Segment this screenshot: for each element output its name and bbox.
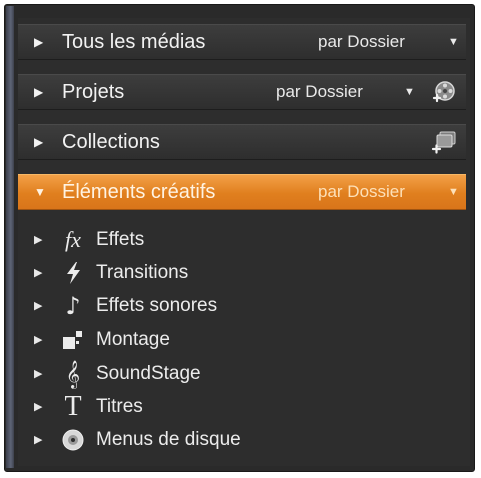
- title-t-glyph: T: [64, 391, 82, 422]
- disc-icon: [60, 427, 86, 453]
- sort-dropdown[interactable]: par Dossier: [276, 75, 363, 109]
- montage-icon: [60, 327, 86, 353]
- add-collection-icon[interactable]: [428, 129, 458, 155]
- music-note-glyph: ♪: [65, 292, 81, 320]
- add-film-reel-icon[interactable]: [428, 79, 458, 105]
- chevron-down-icon[interactable]: ▼: [404, 75, 415, 109]
- header-creative-elements-label: Éléments créatifs: [62, 181, 216, 203]
- tree-item-soundstage[interactable]: ▶ 𝄞 SoundStage: [18, 358, 458, 390]
- lightning-icon: [60, 260, 86, 286]
- expand-arrow-icon[interactable]: ▶: [34, 257, 42, 289]
- tree-item-montage[interactable]: ▶ Montage: [18, 324, 458, 356]
- expand-arrow-icon[interactable]: ▶: [34, 224, 42, 256]
- tree-item-transitions[interactable]: ▶ Transitions: [18, 257, 458, 289]
- music-note-icon: ♪: [60, 292, 86, 320]
- fx-icon: fx: [60, 227, 86, 253]
- header-projects-label: Projets: [62, 81, 125, 103]
- header-all-media[interactable]: ▶ Tous les médias par Dossier ▼: [18, 24, 466, 60]
- header-collections-label: Collections: [62, 131, 160, 153]
- expand-arrow-icon[interactable]: ▶: [34, 125, 43, 159]
- fx-icon-text: fx: [65, 227, 81, 252]
- tree-item-label: Titres: [96, 396, 143, 417]
- header-all-media-label: Tous les médias: [62, 31, 206, 53]
- title-t-icon: T: [60, 391, 86, 422]
- tree-item-sound-effects[interactable]: ▶ ♪ Effets sonores: [18, 290, 458, 322]
- expand-arrow-icon[interactable]: ▶: [34, 391, 42, 423]
- expanded-arrow-icon[interactable]: ▼: [34, 175, 46, 209]
- expand-arrow-icon[interactable]: ▶: [34, 290, 42, 322]
- tree-item-label: Menus de disque: [96, 429, 241, 450]
- expand-arrow-icon[interactable]: ▶: [34, 324, 42, 356]
- header-projects[interactable]: ▶ Projets par Dossier ▼: [18, 74, 466, 110]
- expand-arrow-icon[interactable]: ▶: [34, 358, 42, 390]
- tree-item-label: Montage: [96, 329, 170, 350]
- treble-clef-icon: 𝄞: [60, 360, 86, 388]
- expand-arrow-icon[interactable]: ▶: [34, 424, 42, 456]
- tree-item-effects[interactable]: ▶ fx Effets: [18, 224, 458, 256]
- expand-arrow-icon[interactable]: ▶: [34, 75, 43, 109]
- sort-dropdown[interactable]: par Dossier: [318, 25, 405, 59]
- chevron-down-icon[interactable]: ▼: [448, 25, 459, 59]
- library-panel: ▶ Tous les médias par Dossier ▼ ▶ Projet…: [18, 18, 470, 466]
- tree-item-label: SoundStage: [96, 363, 201, 384]
- tree-item-titles[interactable]: ▶ T Titres: [18, 391, 458, 423]
- header-creative-elements[interactable]: ▼ Éléments créatifs par Dossier ▼: [18, 174, 466, 210]
- tree-item-label: Effets sonores: [96, 295, 218, 316]
- tree-item-label: Effets: [96, 229, 145, 250]
- treble-clef-glyph: 𝄞: [65, 360, 81, 388]
- sort-dropdown[interactable]: par Dossier: [318, 175, 405, 209]
- tree-item-label: Transitions: [96, 262, 189, 283]
- chevron-down-icon[interactable]: ▼: [448, 175, 459, 209]
- expand-arrow-icon[interactable]: ▶: [34, 25, 43, 59]
- tree-item-disc-menus[interactable]: ▶ Menus de disque: [18, 424, 458, 456]
- header-collections[interactable]: ▶ Collections: [18, 124, 466, 160]
- left-rail: [6, 6, 14, 468]
